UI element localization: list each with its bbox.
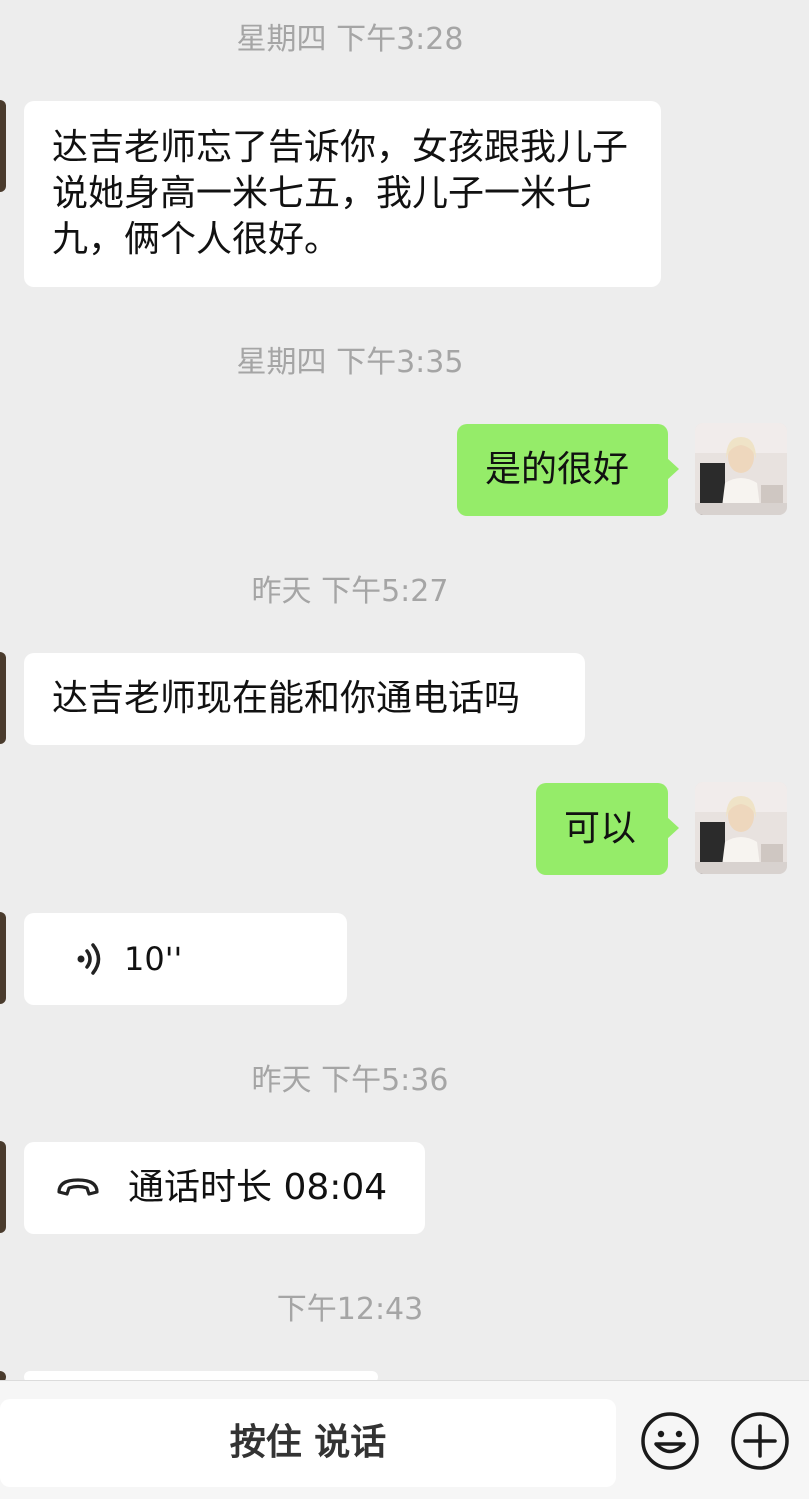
call-record-bubble[interactable]: 通话时长 08:04 bbox=[24, 1142, 425, 1234]
message-text: 达吉老师忘了告诉你，女孩跟我儿子说她身高一米七五，我儿子一米七九，俩个人很好。 bbox=[52, 127, 629, 260]
contact-avatar[interactable] bbox=[0, 1141, 6, 1233]
incoming-message-bubble[interactable]: 达吉老师忘了告诉你，女孩跟我儿子说她身高一米七五，我儿子一米七九，俩个人很好。 bbox=[24, 101, 661, 287]
timestamp: 昨天 下午5:27 bbox=[251, 574, 449, 609]
call-duration-label: 通话时长 08:04 bbox=[128, 1167, 388, 1208]
message-text: 是的很好 bbox=[485, 449, 630, 490]
timestamp: 昨天 下午5:36 bbox=[251, 1063, 449, 1098]
timestamp: 星期四 下午3:28 bbox=[236, 22, 464, 57]
user-photo-avatar bbox=[695, 782, 787, 874]
timestamp: 下午12:43 bbox=[276, 1292, 424, 1327]
incoming-message-bubble[interactable]: 达吉老师现在能和你通电话吗 bbox=[24, 653, 585, 745]
user-photo-avatar bbox=[695, 423, 787, 515]
timestamp: 星期四 下午3:35 bbox=[236, 345, 464, 380]
message-text: 达吉老师现在能和你通电话吗 bbox=[52, 678, 521, 719]
voice-wave-icon bbox=[77, 943, 101, 975]
voice-message-bubble[interactable]: 10'' bbox=[24, 913, 347, 1005]
plus-icon[interactable] bbox=[730, 1411, 790, 1471]
hold-to-talk-button[interactable]: 按住 说话 bbox=[0, 1399, 616, 1487]
contact-avatar[interactable] bbox=[0, 100, 6, 192]
user-avatar[interactable] bbox=[695, 423, 787, 515]
outgoing-message-bubble[interactable]: 是的很好 bbox=[457, 424, 679, 516]
emoji-icon[interactable] bbox=[640, 1411, 700, 1471]
phone-hangup-icon bbox=[57, 1178, 99, 1196]
chat-input-bar: 按住 说话 bbox=[0, 1380, 809, 1499]
voice-duration: 10'' bbox=[124, 940, 183, 978]
user-avatar[interactable] bbox=[695, 782, 787, 874]
contact-avatar[interactable] bbox=[0, 912, 6, 1004]
contact-avatar[interactable] bbox=[0, 652, 6, 744]
outgoing-message-bubble[interactable]: 可以 bbox=[536, 783, 679, 875]
message-text: 可以 bbox=[564, 808, 637, 849]
